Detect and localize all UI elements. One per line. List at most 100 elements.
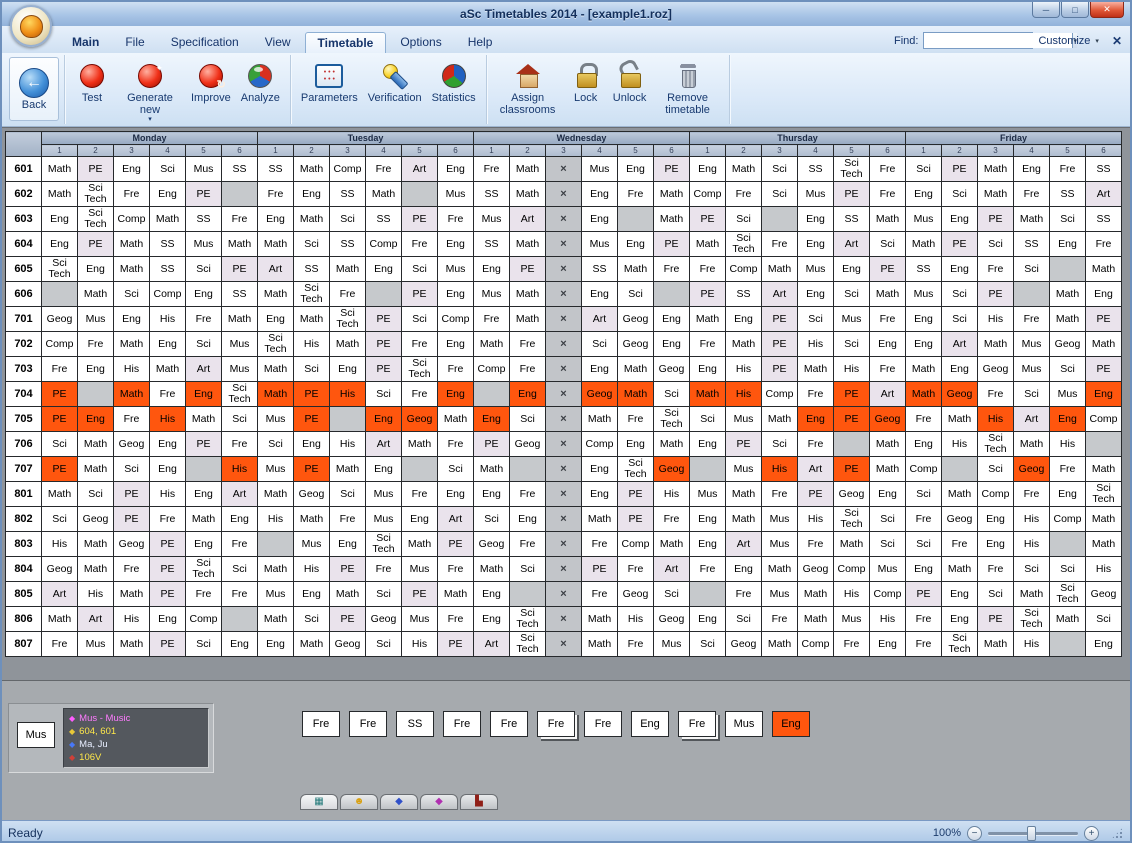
timetable-cell[interactable]: PE <box>798 482 834 507</box>
class-row-header[interactable]: 606 <box>6 282 42 307</box>
timetable-cell[interactable]: His <box>114 607 150 632</box>
timetable-cell[interactable]: Eng <box>402 507 438 532</box>
timetable-cell[interactable]: Sci Tech <box>402 357 438 382</box>
timetable-cell[interactable]: Geog <box>294 482 330 507</box>
timetable-cell[interactable]: Fre <box>42 632 78 657</box>
timetable-cell[interactable]: Eng <box>582 282 618 307</box>
timetable-cell[interactable]: Eng <box>690 607 726 632</box>
timetable-cell[interactable]: Geog <box>654 607 690 632</box>
timetable-cell[interactable]: Sci <box>762 157 798 182</box>
resize-grip[interactable] <box>1111 827 1124 840</box>
timetable-cell[interactable]: Geog <box>1014 457 1050 482</box>
timetable-cell[interactable]: Math <box>114 257 150 282</box>
timetable-cell[interactable]: Comp <box>186 607 222 632</box>
timetable-cell[interactable]: PE <box>834 382 870 407</box>
timetable-cell[interactable]: His <box>78 582 114 607</box>
timetable-cell[interactable]: × <box>546 507 582 532</box>
timetable-cell[interactable]: Eng <box>798 232 834 257</box>
timetable-cell[interactable]: Eng <box>474 607 510 632</box>
timetable-cell[interactable]: Math <box>1086 257 1122 282</box>
timetable-cell[interactable]: Art <box>402 157 438 182</box>
timetable-cell[interactable]: Fre <box>618 182 654 207</box>
timetable-cell[interactable]: Eng <box>870 332 906 357</box>
timetable-cell[interactable]: Math <box>690 232 726 257</box>
timetable-cell[interactable]: His <box>1014 507 1050 532</box>
timetable-cell[interactable]: Eng <box>258 207 294 232</box>
timetable-cell[interactable]: Fre <box>1014 182 1050 207</box>
timetable-cell[interactable]: Sci Tech <box>42 257 78 282</box>
timetable-cell[interactable]: Math <box>1014 582 1050 607</box>
timetable-cell[interactable]: Comp <box>582 432 618 457</box>
timetable-cell[interactable]: PE <box>186 432 222 457</box>
tab-specification[interactable]: Specification <box>159 32 251 53</box>
timetable-cell[interactable]: PE <box>726 432 762 457</box>
timetable-cell[interactable]: Sci Tech <box>834 157 870 182</box>
timetable-cell[interactable]: × <box>546 307 582 332</box>
timetable-cell[interactable]: Art <box>510 207 546 232</box>
timetable-cell[interactable]: PE <box>942 157 978 182</box>
timetable-cell[interactable]: Geog <box>1050 332 1086 357</box>
timetable-cell[interactable]: Comp <box>762 382 798 407</box>
timetable-cell[interactable]: × <box>546 582 582 607</box>
timetable-cell[interactable]: Math <box>618 357 654 382</box>
timetable-cell[interactable]: Comp <box>330 157 366 182</box>
unplaced-card[interactable]: Eng <box>772 711 810 737</box>
timetable-cell[interactable]: Sci <box>582 332 618 357</box>
timetable-cell[interactable]: Sci <box>1014 557 1050 582</box>
timetable-cell[interactable]: Math <box>438 407 474 432</box>
timetable-cell[interactable]: Mus <box>186 157 222 182</box>
timetable-cell[interactable]: PE <box>222 257 258 282</box>
timetable-cell[interactable]: Geog <box>870 407 906 432</box>
timetable-cell[interactable]: Math <box>1086 332 1122 357</box>
timetable-cell[interactable]: Mus <box>582 232 618 257</box>
timetable-cell[interactable]: Math <box>114 582 150 607</box>
timetable-cell[interactable]: Fre <box>1086 232 1122 257</box>
timetable-cell[interactable]: PE <box>150 582 186 607</box>
timetable-cell[interactable]: Math <box>402 432 438 457</box>
timetable-cell[interactable]: His <box>870 607 906 632</box>
timetable-cell[interactable]: Math <box>150 357 186 382</box>
class-row-header[interactable]: 804 <box>6 557 42 582</box>
timetable-cell[interactable]: SS <box>474 232 510 257</box>
timetable-cell[interactable]: Math <box>582 407 618 432</box>
timetable-cell[interactable]: Fre <box>402 482 438 507</box>
timetable-cell[interactable]: Geog <box>42 307 78 332</box>
timetable-cell[interactable]: Geog <box>654 357 690 382</box>
timetable-cell[interactable]: Comp <box>1050 507 1086 532</box>
class-row-header[interactable]: 604 <box>6 232 42 257</box>
timetable-cell[interactable]: Eng <box>582 457 618 482</box>
timetable-cell[interactable]: Sci Tech <box>186 557 222 582</box>
timetable-cell[interactable]: Eng <box>870 632 906 657</box>
timetable-cell[interactable] <box>1014 282 1050 307</box>
timetable-cell[interactable]: Sci Tech <box>294 282 330 307</box>
timetable-cell[interactable]: Sci <box>618 282 654 307</box>
timetable-cell[interactable]: PE <box>402 582 438 607</box>
timetable-cell[interactable]: Math <box>1050 607 1086 632</box>
timetable-cell[interactable]: Math <box>762 557 798 582</box>
timetable-cell[interactable]: Fre <box>978 382 1014 407</box>
remove-timetable-button[interactable]: Remove timetable <box>652 57 724 120</box>
timetable-cell[interactable]: Math <box>294 207 330 232</box>
timetable-cell[interactable]: Math <box>1086 457 1122 482</box>
timetable-cell[interactable]: Geog <box>402 407 438 432</box>
timetable-cell[interactable]: PE <box>330 607 366 632</box>
timetable-cell[interactable]: Math <box>726 482 762 507</box>
timetable-cell[interactable]: Geog <box>654 457 690 482</box>
timetable-cell[interactable]: PE <box>366 357 402 382</box>
timetable-cell[interactable]: Sci Tech <box>942 632 978 657</box>
timetable-cell[interactable]: Sci <box>726 607 762 632</box>
timetable-cell[interactable]: Geog <box>618 332 654 357</box>
timetable-cell[interactable]: Eng <box>222 507 258 532</box>
timetable-cell[interactable]: Sci <box>150 157 186 182</box>
timetable-cell[interactable]: Fre <box>330 507 366 532</box>
unplaced-card[interactable]: SS <box>396 711 434 737</box>
timetable-cell[interactable]: Fre <box>726 182 762 207</box>
timetable-cell[interactable]: SS <box>150 257 186 282</box>
timetable-cell[interactable]: Math <box>330 582 366 607</box>
timetable-cell[interactable]: Mus <box>798 257 834 282</box>
timetable-cell[interactable]: Mus <box>1050 382 1086 407</box>
timetable-cell[interactable]: Fre <box>726 582 762 607</box>
timetable-cell[interactable]: PE <box>294 382 330 407</box>
timetable-cell[interactable]: Fre <box>438 432 474 457</box>
zoom-in-button[interactable]: + <box>1084 826 1099 841</box>
